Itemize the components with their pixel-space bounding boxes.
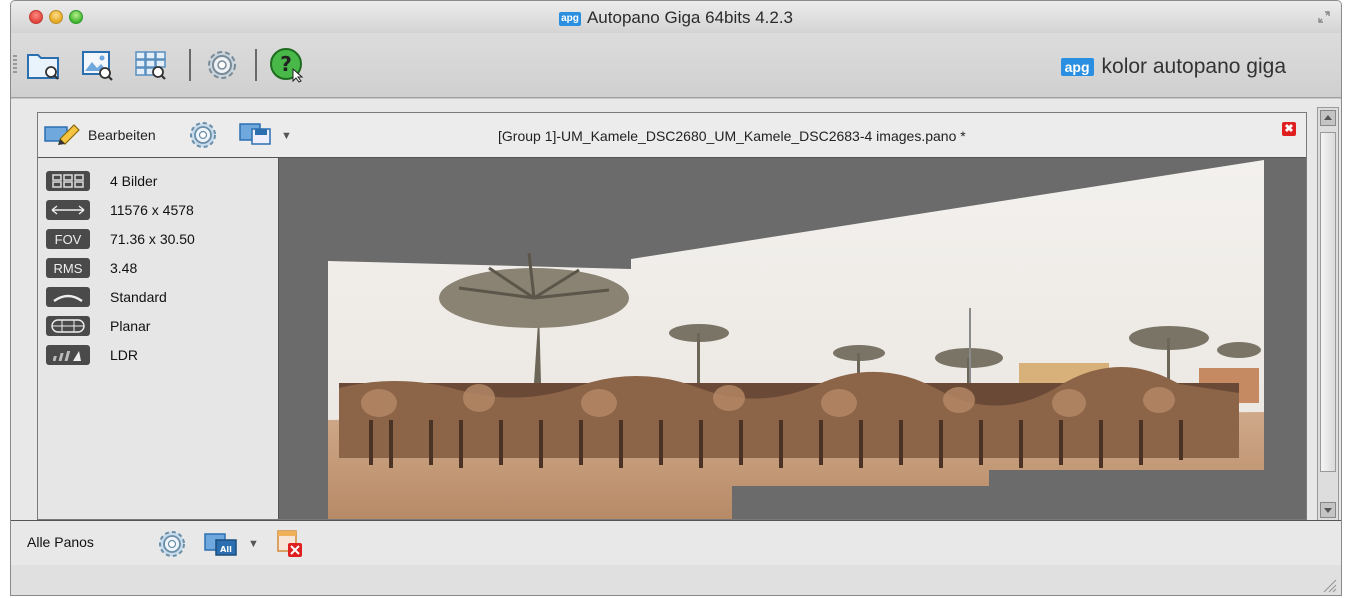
info-row-size: 11576 x 4578 <box>46 198 194 222</box>
resize-grip-icon[interactable] <box>1321 577 1337 593</box>
content-area: Bearbeiten ▼ [Group 1]-UM_Kamele_DSC2680… <box>11 98 1341 526</box>
bottom-toolbar: Alle Panos All ▼ <box>11 520 1341 566</box>
quality-icon <box>46 287 90 307</box>
scroll-down-button[interactable] <box>1320 502 1336 518</box>
all-settings-icon[interactable] <box>157 529 187 559</box>
folder-search-icon[interactable] <box>25 47 61 83</box>
panorama-image <box>328 160 1264 519</box>
info-row-projection: Planar <box>46 314 150 338</box>
panel-settings-icon[interactable] <box>188 120 218 150</box>
panel-close-button[interactable]: ✖ <box>1282 122 1296 136</box>
brand-badge: apg <box>1060 58 1094 76</box>
svg-text:?: ? <box>280 52 292 76</box>
brand-logo: apg kolor autopano giga <box>1060 55 1286 79</box>
size-text: 11576 x 4578 <box>110 202 194 218</box>
info-row-dynamic-range: LDR <box>46 343 138 367</box>
fullscreen-icon[interactable] <box>1317 10 1331 24</box>
gear-icon[interactable] <box>204 47 240 83</box>
remove-all-icon[interactable] <box>276 529 304 559</box>
app-icon: apg <box>558 12 581 26</box>
image-count-text: 4 Bilder <box>110 173 158 189</box>
edit-icon[interactable] <box>44 121 84 145</box>
all-panos-label: Alle Panos <box>27 534 94 550</box>
main-toolbar: ? apg kolor autopano giga <box>11 33 1341 98</box>
quality-text: Standard <box>110 289 167 305</box>
dynamic-range-icon <box>46 345 90 365</box>
panorama-preview[interactable] <box>279 158 1306 519</box>
vertical-scrollbar[interactable] <box>1317 107 1339 523</box>
fov-icon: FOV <box>46 229 90 249</box>
edit-label[interactable]: Bearbeiten <box>88 127 156 143</box>
render-all-badge: All <box>220 545 232 554</box>
render-all-dropdown-arrow[interactable]: ▼ <box>248 538 259 550</box>
render-icon[interactable] <box>238 121 272 145</box>
toolbar-separator <box>189 49 191 81</box>
projection-icon <box>46 316 90 336</box>
status-bar <box>11 565 1341 595</box>
window-title: Autopano Giga 64bits 4.2.3 <box>586 8 794 27</box>
info-row-rms: RMS 3.48 <box>46 256 137 280</box>
scroll-up-button[interactable] <box>1320 110 1336 126</box>
rms-icon: RMS <box>46 258 90 278</box>
info-row-quality: Standard <box>46 285 167 309</box>
panel-header: Bearbeiten ▼ [Group 1]-UM_Kamele_DSC2680… <box>38 113 1306 158</box>
render-all-icon[interactable]: All <box>203 531 239 557</box>
toolbar-grip[interactable] <box>13 55 17 75</box>
brand-text: kolor autopano giga <box>1101 55 1286 78</box>
info-row-fov: FOV 71.36 x 30.50 <box>46 227 195 251</box>
scrollbar-thumb[interactable] <box>1320 132 1336 472</box>
rms-text: 3.48 <box>110 260 138 276</box>
image-count-icon <box>46 171 90 191</box>
window-title-area: apg Autopano Giga 64bits 4.2.3 <box>11 8 1341 28</box>
size-icon <box>46 200 90 220</box>
toolbar-separator <box>255 49 257 81</box>
info-row-images: 4 Bilder <box>46 169 157 193</box>
image-search-icon[interactable] <box>79 47 115 83</box>
projection-text: Planar <box>110 318 151 334</box>
render-dropdown-arrow[interactable]: ▼ <box>281 130 292 142</box>
app-window: apg Autopano Giga 64bits 4.2.3 ? apg kol… <box>10 0 1342 596</box>
title-bar: apg Autopano Giga 64bits 4.2.3 <box>11 1 1341 34</box>
panel-title: [Group 1]-UM_Kamele_DSC2680_UM_Kamele_DS… <box>498 128 966 144</box>
grid-search-icon[interactable] <box>133 47 169 83</box>
pano-info-sidebar: 4 Bilder 11576 x 4578 FOV 71.36 x 30.50 … <box>38 158 279 519</box>
fov-text: 71.36 x 30.50 <box>110 231 195 247</box>
dynamic-range-text: LDR <box>110 347 139 363</box>
pano-editor-panel: Bearbeiten ▼ [Group 1]-UM_Kamele_DSC2680… <box>37 112 1307 520</box>
help-icon[interactable]: ? <box>269 47 305 83</box>
